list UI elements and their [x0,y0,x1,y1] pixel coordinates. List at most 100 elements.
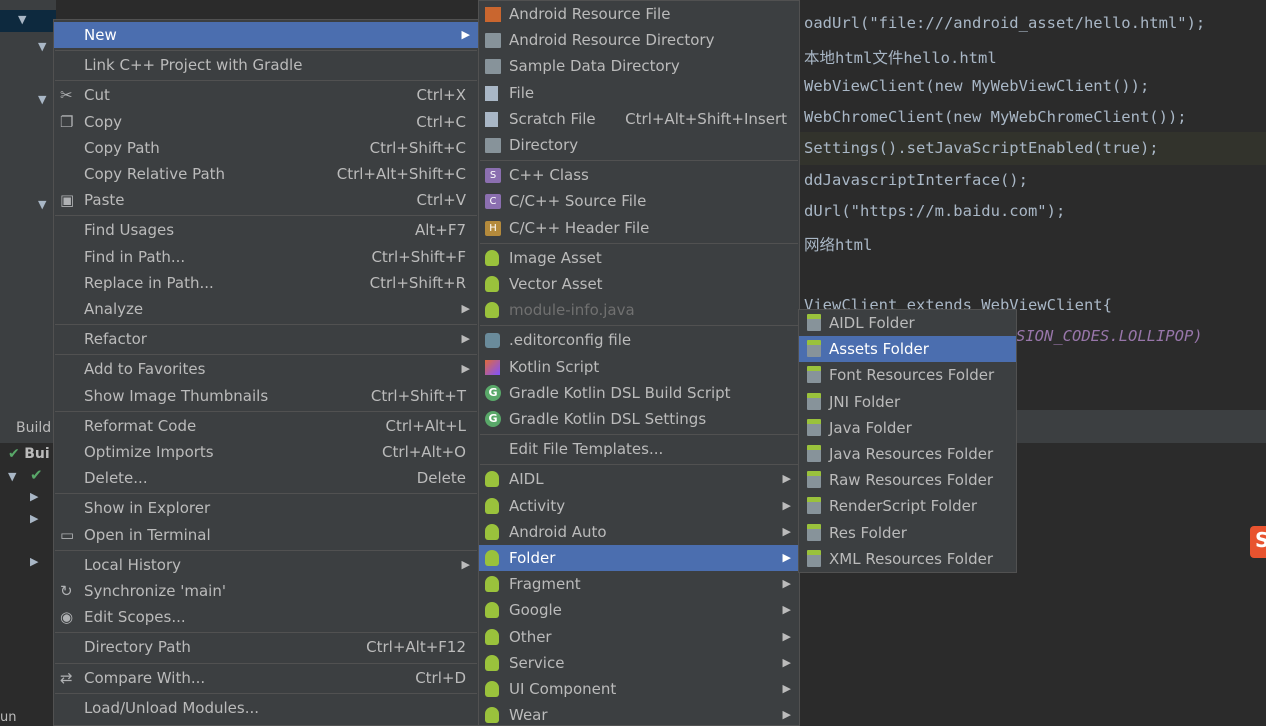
collapse-arrow-icon[interactable]: ▶ [30,490,38,503]
run-tab[interactable]: un [0,710,16,725]
menu-item-edit-file-templates[interactable]: Edit File Templates... [479,436,799,462]
collapse-arrow-icon[interactable]: ▶ [30,555,38,568]
menu-item-paste[interactable]: ▣ Paste Ctrl+V [54,187,478,213]
menu-item-c-c-header-file[interactable]: H C/C++ Header File [479,215,799,241]
menu-item-label: C/C++ Header File [509,218,650,237]
menu-item-delete[interactable]: Delete... Delete [54,465,478,491]
menu-item-label: C++ Class [509,166,589,185]
menu-item-label: File [509,83,535,102]
menu-item-file[interactable]: File [479,80,799,106]
menu-item-vector-asset[interactable]: Vector Asset [479,271,799,297]
menu-item-label: XML Resources Folder [829,549,994,568]
menu-item-directory-path[interactable]: Directory Path Ctrl+Alt+F12 [54,634,478,660]
menu-item-reformat-code[interactable]: Reformat Code Ctrl+Alt+L [54,413,478,439]
menu-item-android-auto[interactable]: Android Auto ▶ [479,519,799,545]
menu-item-optimize-imports[interactable]: Optimize Imports Ctrl+Alt+O [54,439,478,465]
menu-item-label: Assets Folder [829,340,929,359]
menu-item-jni-folder[interactable]: JNI Folder [799,389,1016,415]
project-tree-selected-row[interactable] [0,10,56,32]
menu-item-label: New [84,26,117,44]
folder-icon [485,33,501,49]
shortcut-label: Ctrl+Shift+F [371,247,466,266]
scope-icon: ◉ [60,608,74,627]
menu-item-raw-resources-folder[interactable]: Raw Resources Folder [799,467,1016,493]
menu-item-c-class[interactable]: S C++ Class [479,162,799,188]
file-icon [485,85,498,101]
menu-item-android-resource-directory[interactable]: Android Resource Directory [479,27,799,53]
menu-item-find-usages[interactable]: Find Usages Alt+F7 [54,217,478,243]
menu-item-folder[interactable]: Folder ▶ [479,545,799,571]
android-icon [485,523,499,540]
menu-item-label: Open in Terminal [84,525,211,544]
menu-item-fragment[interactable]: Fragment ▶ [479,571,799,597]
menu-item-aidl-folder[interactable]: AIDL Folder [799,310,1016,336]
menu-item-replace-in-path[interactable]: Replace in Path... Ctrl+Shift+R [54,270,478,296]
menu-item-compare-with[interactable]: ⇄ Compare With... Ctrl+D [54,665,478,691]
code-line: WebChromeClient(new MyWebChromeClient())… [804,108,1187,126]
menu-item-find-in-path[interactable]: Find in Path... Ctrl+Shift+F [54,244,478,270]
menu-item-local-history[interactable]: Local History ▶ [54,552,478,578]
menu-item-copy-path[interactable]: Copy Path Ctrl+Shift+C [54,135,478,161]
menu-item-aidl[interactable]: AIDL ▶ [479,466,799,492]
tab-build[interactable]: Build [0,412,56,442]
menu-item-label: Raw Resources Folder [829,471,994,490]
menu-item-java-resources-folder[interactable]: Java Resources Folder [799,441,1016,467]
menu-item-google[interactable]: Google ▶ [479,597,799,623]
menu-item-load-unload-modules[interactable]: Load/Unload Modules... [54,695,478,721]
folder-icon [485,59,501,75]
menu-item-synchronize-main[interactable]: ↻ Synchronize 'main' [54,578,478,604]
menu-item-analyze[interactable]: Analyze ▶ [54,296,478,322]
menu-item-link-c-project-with-gradle[interactable]: Link C++ Project with Gradle [54,52,478,78]
menu-item-c-c-source-file[interactable]: C C/C++ Source File [479,188,799,214]
build-status-row[interactable]: ✔ Bui [8,446,50,462]
menu-item-label: Optimize Imports [84,443,214,461]
submenu-arrow-icon: ▶ [782,524,791,538]
menu-item-renderscript-folder[interactable]: RenderScript Folder [799,493,1016,519]
expand-arrow-icon[interactable]: ▼ [38,93,46,106]
menu-item-other[interactable]: Other ▶ [479,624,799,650]
menu-item-assets-folder[interactable]: Assets Folder [799,336,1016,363]
menu-item-font-resources-folder[interactable]: Font Resources Folder [799,362,1016,388]
menu-item-editorconfig-file[interactable]: .editorconfig file [479,327,799,353]
gradle-icon: G [485,384,501,401]
menu-item-kotlin-script[interactable]: Kotlin Script [479,354,799,380]
menu-item-service[interactable]: Service ▶ [479,650,799,676]
menu-item-sample-data-directory[interactable]: Sample Data Directory [479,53,799,79]
menu-item-add-to-favorites[interactable]: Add to Favorites ▶ [54,356,478,382]
submenu-arrow-icon: ▶ [461,302,470,315]
menu-item-java-folder[interactable]: Java Folder [799,415,1016,441]
menu-item-wear[interactable]: Wear ▶ [479,702,799,726]
menu-item-cut[interactable]: ✂ Cut Ctrl+X [54,82,478,108]
android-icon [485,302,499,319]
menu-item-ui-component[interactable]: UI Component ▶ [479,676,799,702]
menu-item-open-in-terminal[interactable]: ▭ Open in Terminal [54,522,478,548]
menu-item-gradle-kotlin-dsl-build-script[interactable]: G Gradle Kotlin DSL Build Script [479,380,799,406]
android-icon [485,497,499,514]
menu-item-edit-scopes[interactable]: ◉ Edit Scopes... [54,604,478,630]
menu-item-activity[interactable]: Activity ▶ [479,493,799,519]
menu-item-show-in-explorer[interactable]: Show in Explorer [54,495,478,521]
menu-item-res-folder[interactable]: Res Folder [799,520,1016,546]
expand-arrow-icon[interactable]: ▼ [8,470,16,483]
expand-arrow-icon[interactable]: ▼ [38,40,46,53]
menu-item-gradle-kotlin-dsl-settings[interactable]: G Gradle Kotlin DSL Settings [479,406,799,432]
terminal-icon: ▭ [60,525,75,544]
menu-item-copy-relative-path[interactable]: Copy Relative Path Ctrl+Alt+Shift+C [54,161,478,187]
menu-item-copy[interactable]: ❐ Copy Ctrl+C [54,109,478,135]
menu-item-label: Find in Path... [84,247,186,266]
expand-arrow-icon[interactable]: ▼ [38,198,46,211]
expand-arrow-icon[interactable]: ▼ [18,13,26,26]
menu-item-refactor[interactable]: Refactor ▶ [54,326,478,352]
collapse-arrow-icon[interactable]: ▶ [30,512,38,525]
menu-item-directory[interactable]: Directory [479,132,799,158]
android-icon [485,471,499,488]
submenu-arrow-icon: ▶ [461,557,470,571]
menu-item-android-resource-file[interactable]: Android Resource File [479,1,799,27]
menu-item-image-asset[interactable]: Image Asset [479,245,799,271]
menu-item-new[interactable]: New ▶ [54,22,478,48]
shortcut-label: Ctrl+Alt+L [385,416,467,435]
menu-item-label: RenderScript Folder [829,497,978,516]
menu-item-show-image-thumbnails[interactable]: Show Image Thumbnails Ctrl+Shift+T [54,383,478,409]
menu-item-xml-resources-folder[interactable]: XML Resources Folder [799,546,1016,572]
menu-item-scratch-file[interactable]: Scratch File Ctrl+Alt+Shift+Insert [479,106,799,132]
